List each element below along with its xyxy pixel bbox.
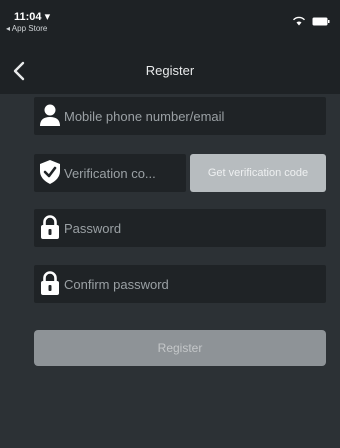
- status-icons: [292, 16, 330, 26]
- lock-icon: [38, 214, 62, 240]
- nav-bar: Register: [0, 46, 340, 94]
- status-time: 11:04 ▾: [14, 11, 51, 23]
- phone-email-input[interactable]: [64, 97, 320, 135]
- page-title: Register: [145, 63, 195, 78]
- confirm-password-field: [34, 265, 326, 303]
- lock-icon: [38, 270, 62, 296]
- register-button[interactable]: Register: [34, 330, 326, 366]
- back-to-app-link[interactable]: ◂ App Store: [6, 24, 47, 33]
- password-input[interactable]: [64, 209, 320, 247]
- user-icon: [38, 102, 62, 128]
- verification-code-input[interactable]: [64, 154, 182, 192]
- battery-icon: [312, 17, 330, 26]
- wifi-icon: [292, 16, 306, 26]
- confirm-password-input[interactable]: [64, 265, 320, 303]
- get-verification-code-button[interactable]: Get verification code: [190, 154, 326, 192]
- status-bar: 11:04 ▾ ◂ App Store: [0, 0, 340, 46]
- shield-check-icon: [38, 159, 62, 185]
- phone-email-field: [34, 97, 326, 135]
- verification-code-field: [34, 154, 186, 192]
- password-field: [34, 209, 326, 247]
